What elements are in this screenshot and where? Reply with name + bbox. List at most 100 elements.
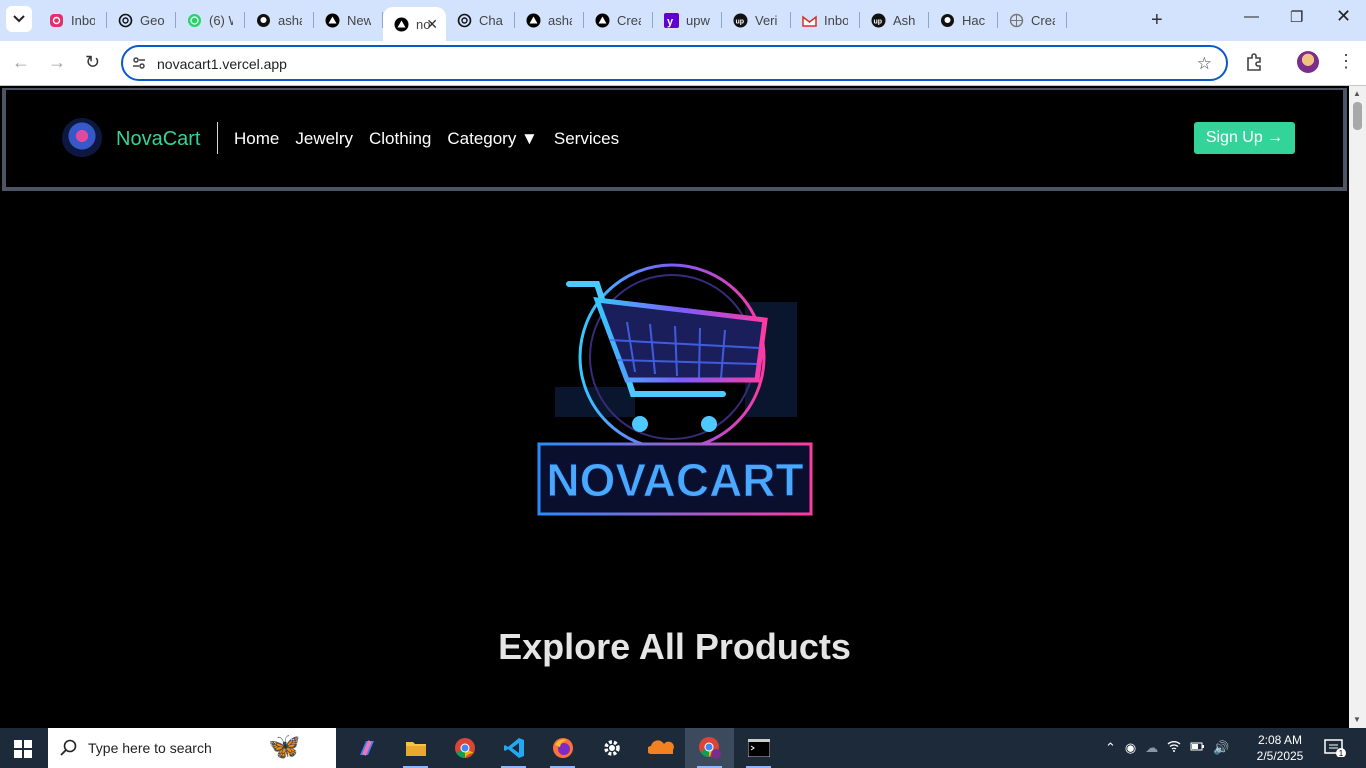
- scroll-down-arrow-icon[interactable]: ▼: [1353, 715, 1361, 724]
- browser-tab[interactable]: Inbox: [38, 0, 107, 41]
- close-window-button[interactable]: ✕: [1336, 6, 1351, 27]
- tab-title: Ash: [893, 13, 916, 28]
- whatsapp-icon: [186, 12, 203, 29]
- tab-title: Geo: [140, 13, 164, 28]
- openai-icon: [456, 12, 473, 29]
- cloudflare-icon[interactable]: [636, 728, 685, 768]
- page-scrollbar[interactable]: ▲ ▼: [1349, 86, 1366, 728]
- nav-link-services[interactable]: Services: [554, 129, 619, 149]
- browser-tab[interactable]: y upw: [653, 0, 722, 41]
- tab-title: Veri: [755, 13, 778, 28]
- taskbar: Type here to search 🦋 ⌃ ◉ ☁ 🔊 2:08 AM 2/…: [0, 728, 1366, 768]
- back-button[interactable]: ←: [12, 52, 30, 73]
- bookmark-star-icon[interactable]: ☆: [1197, 54, 1212, 74]
- search-icon: [60, 739, 78, 762]
- browser-tab[interactable]: nova✕: [383, 7, 446, 41]
- scroll-up-arrow-icon[interactable]: ▲: [1353, 89, 1361, 98]
- brand-logo-icon[interactable]: [62, 118, 102, 158]
- tab-title: asha: [548, 13, 572, 28]
- tab-title: (6) W: [209, 13, 233, 28]
- record-icon[interactable]: ◉: [1125, 740, 1136, 756]
- browser-tab[interactable]: Geo: [107, 0, 176, 41]
- butterfly-icon: 🦋: [268, 731, 301, 761]
- forward-button[interactable]: →: [48, 52, 66, 73]
- nav-link-category[interactable]: Category ▼: [447, 129, 538, 149]
- notification-icon[interactable]: 1: [1324, 739, 1346, 762]
- settings-gear-icon[interactable]: [587, 728, 636, 768]
- browser-tab[interactable]: Inbo: [791, 0, 860, 41]
- onedrive-cloud-icon[interactable]: ☁: [1145, 740, 1158, 756]
- tab-title: Inbo: [824, 13, 848, 28]
- instagram-icon: [48, 12, 65, 29]
- browser-tab[interactable]: New: [314, 0, 383, 41]
- browser-tab[interactable]: (6) W: [176, 0, 245, 41]
- vscode-icon[interactable]: [489, 728, 538, 768]
- clock-date: 2/5/2025: [1256, 749, 1304, 763]
- menu-kebab-icon[interactable]: ⋮: [1337, 51, 1355, 72]
- site-navbar: NovaCart Home Jewelry Clothing Category ▼ Se…: [2, 88, 1347, 191]
- nav-links: Home Jewelry Clothing Category ▼ Services: [234, 129, 619, 149]
- page-viewport: NovaCart Home Jewelry Clothing Category ▼ Se…: [0, 86, 1349, 728]
- scrollbar-thumb[interactable]: [1353, 102, 1362, 130]
- svg-text:up: up: [736, 19, 745, 26]
- browser-tab[interactable]: up Veri: [722, 0, 791, 41]
- chevron-up-icon[interactable]: ⌃: [1105, 740, 1116, 756]
- browser-toolbar: ← → ↻ novacart1.vercel.app ☆ ⋮: [0, 41, 1366, 86]
- browser-tab[interactable]: Chat: [446, 0, 515, 41]
- browser-tab[interactable]: asha: [245, 0, 314, 41]
- new-tab-button[interactable]: +: [1151, 9, 1163, 32]
- url-text: novacart1.vercel.app: [157, 56, 287, 72]
- openai-icon: [117, 12, 134, 29]
- extensions-icon[interactable]: [1244, 52, 1264, 77]
- restore-button[interactable]: ❐: [1290, 8, 1303, 26]
- tab-title: Crea: [1031, 13, 1055, 28]
- firefox-icon[interactable]: [538, 728, 587, 768]
- tab-search-button[interactable]: [6, 6, 32, 32]
- tab-title: asha: [278, 13, 302, 28]
- vercel-icon: [393, 16, 410, 33]
- brand-divider: [217, 122, 218, 154]
- volume-icon[interactable]: 🔊: [1213, 740, 1229, 756]
- brand-name[interactable]: NovaCart: [116, 128, 200, 151]
- minimize-button[interactable]: —: [1244, 8, 1259, 25]
- nav-link-home[interactable]: Home: [234, 129, 279, 149]
- nav-link-jewelry[interactable]: Jewelry: [295, 129, 353, 149]
- upwork-icon: up: [732, 12, 749, 29]
- novacart-hero-logo: NOVACART: [537, 263, 813, 516]
- browser-tab[interactable]: asha: [515, 0, 584, 41]
- gmail-icon: [801, 12, 818, 29]
- browser-tab[interactable]: Crea: [584, 0, 653, 41]
- tab-title: upw: [686, 13, 710, 28]
- chrome-profile-icon[interactable]: [685, 728, 734, 768]
- chrome-icon[interactable]: [440, 728, 489, 768]
- file-explorer-icon[interactable]: [391, 728, 440, 768]
- taskbar-search-box[interactable]: Type here to search 🦋: [48, 728, 336, 768]
- tab-title: Hac: [962, 13, 986, 28]
- tab-title: Crea: [617, 13, 641, 28]
- system-clock[interactable]: 2:08 AM 2/5/2025: [1250, 732, 1310, 764]
- section-title: Explore All Products: [498, 626, 851, 667]
- globe-icon: [1008, 12, 1025, 29]
- notification-count: 1: [1339, 749, 1344, 757]
- profile-avatar[interactable]: [1297, 51, 1319, 73]
- system-tray: ⌃ ◉ ☁ 🔊: [1105, 740, 1229, 756]
- wifi-icon[interactable]: [1167, 740, 1181, 756]
- reload-button[interactable]: ↻: [85, 52, 100, 73]
- nav-link-clothing[interactable]: Clothing: [369, 129, 431, 149]
- windows-start-icon[interactable]: [14, 740, 32, 763]
- svg-text:y: y: [667, 16, 674, 28]
- sign-up-button[interactable]: Sign Up →: [1194, 122, 1295, 154]
- browser-tab[interactable]: Hac: [929, 0, 998, 41]
- terminal-icon[interactable]: [734, 728, 783, 768]
- taskbar-apps: [342, 728, 783, 768]
- tab-list: InboxGeo(6) WashaNewnova✕ChatashaCreayup…: [38, 0, 1067, 41]
- clock-time: 2:08 AM: [1257, 733, 1303, 747]
- browser-tab[interactable]: up Ash: [860, 0, 929, 41]
- battery-icon[interactable]: [1190, 740, 1205, 756]
- copilot-icon[interactable]: [342, 728, 391, 768]
- site-info-icon[interactable]: [131, 55, 147, 76]
- tab-close-icon[interactable]: ✕: [426, 16, 438, 33]
- search-placeholder: Type here to search: [88, 740, 212, 756]
- browser-tab[interactable]: Crea: [998, 0, 1067, 41]
- address-bar[interactable]: novacart1.vercel.app ☆: [121, 45, 1228, 81]
